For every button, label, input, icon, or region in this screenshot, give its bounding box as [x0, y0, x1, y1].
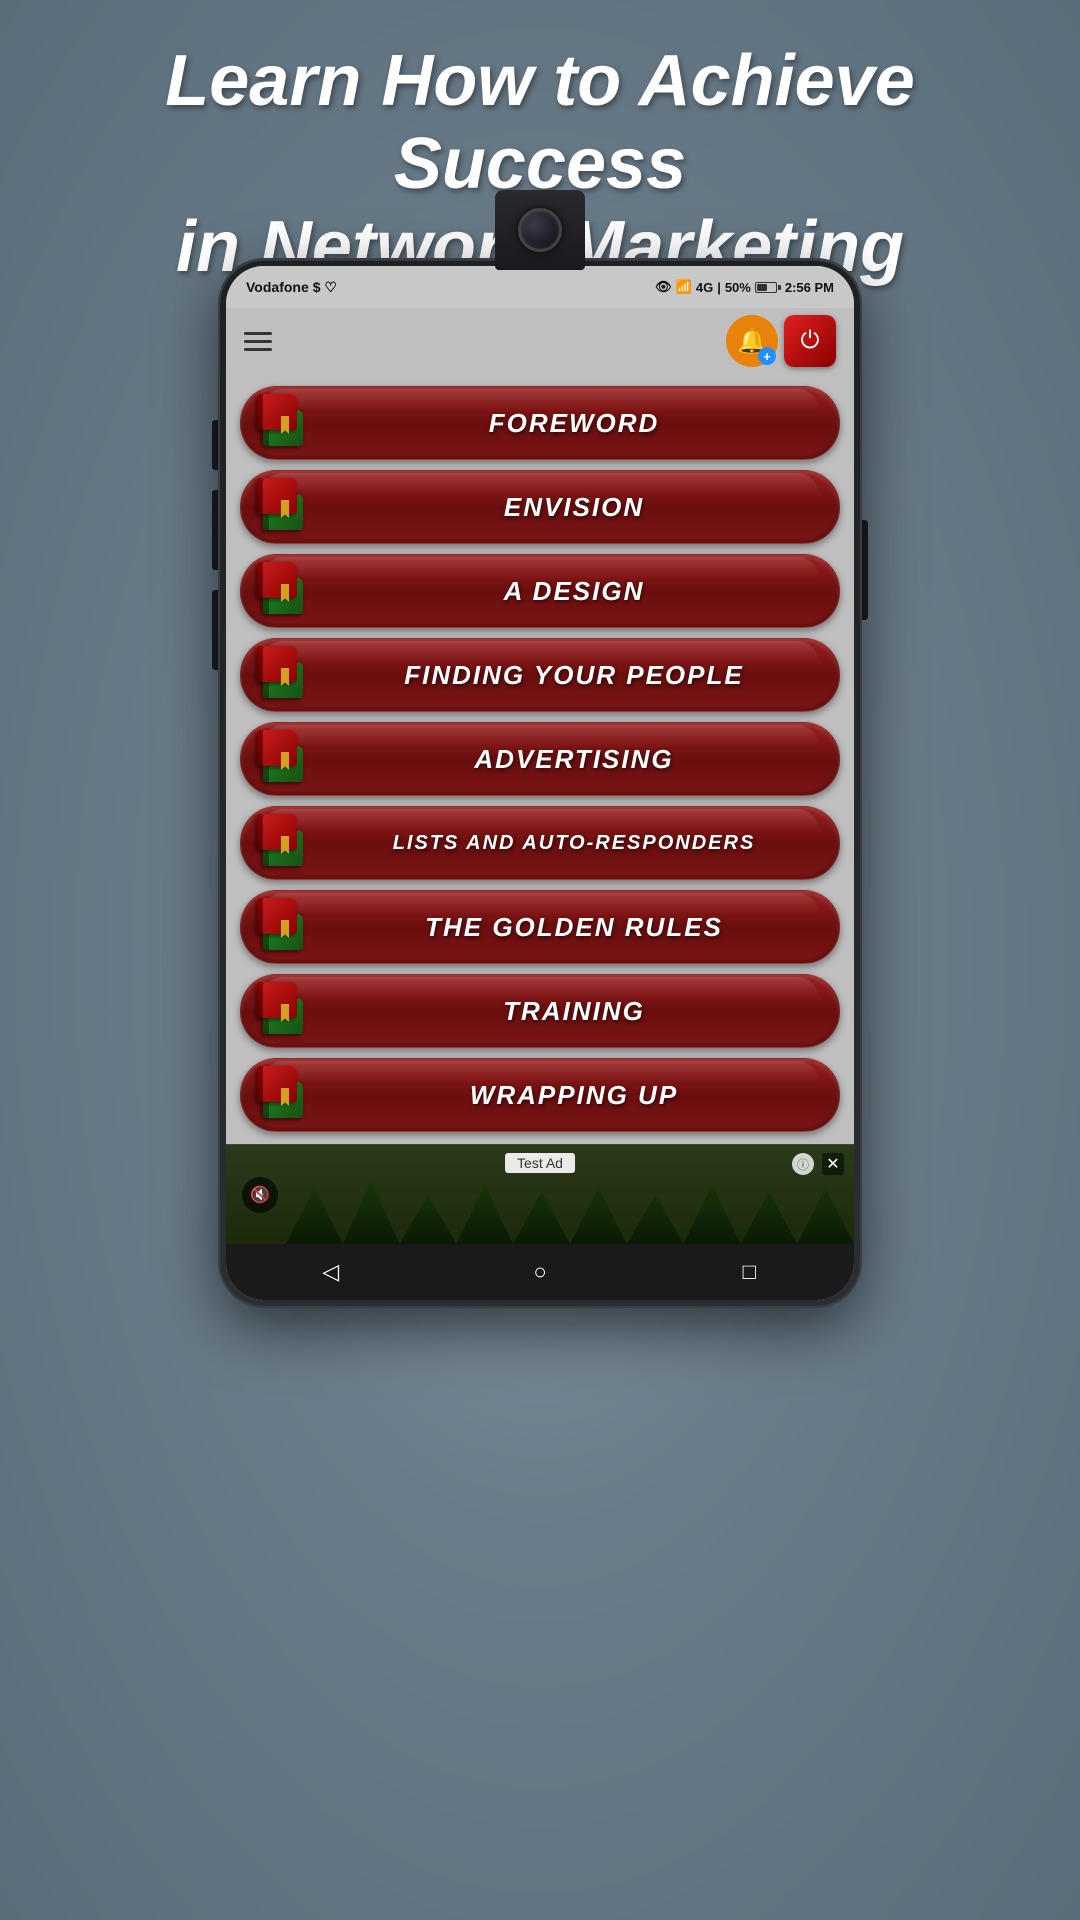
camera-bump [495, 190, 585, 270]
status-bar: Vodafone $ ♡ 👁 📶 4G | 50% 2:56 PM [226, 266, 854, 308]
recents-icon: □ [743, 1259, 756, 1285]
info-icon: ⓘ [797, 1156, 809, 1173]
nav-back-button[interactable]: ◁ [306, 1247, 356, 1297]
nav-home-button[interactable]: ○ [515, 1247, 565, 1297]
book-front [257, 562, 297, 598]
hamburger-line-2 [244, 340, 272, 343]
menu-label-advertising: ADVERTISING [325, 744, 823, 775]
mute-icon: 🔇 [250, 1185, 270, 1205]
side-button-volume-down [212, 490, 218, 570]
hamburger-line-1 [244, 332, 272, 335]
menu-item-lists-auto-responders[interactable]: LISTS AND AUTO-RESPONDERS [240, 806, 840, 880]
side-button-power [862, 520, 868, 620]
menu-label-a-design: A DESIGN [325, 576, 823, 607]
menu-item-training[interactable]: TRAINING [240, 974, 840, 1048]
menu-label-wrapping-up: WRAPPING UP [325, 1080, 823, 1111]
ad-banner: 🔇 Test Ad ⓘ ✕ [226, 1144, 854, 1244]
book-front [257, 1066, 297, 1102]
book-front [257, 646, 297, 682]
book-icon [257, 730, 315, 788]
menu-label-the-golden-rules: ThE GOLDEN RULES [325, 912, 823, 943]
menu-item-foreword[interactable]: FOREWORD [240, 386, 840, 460]
camera-lens [518, 208, 562, 252]
menu-label-training: TRAINING [325, 996, 823, 1027]
phone-screen: Vodafone $ ♡ 👁 📶 4G | 50% 2:56 PM [226, 266, 854, 1300]
menu-item-wrapping-up[interactable]: WRAPPING UP [240, 1058, 840, 1132]
status-carrier: Vodafone $ ♡ [246, 279, 337, 296]
bell-plus-badge: + [758, 347, 776, 365]
power-button[interactable]: ⏻ [784, 315, 836, 367]
book-front [257, 898, 297, 934]
power-icon: ⏻ [801, 327, 820, 355]
back-icon: ◁ [322, 1259, 339, 1285]
phone-frame: Vodafone $ ♡ 👁 📶 4G | 50% 2:56 PM [220, 260, 860, 1306]
app-header: 🔔 + ⏻ [226, 308, 854, 374]
menu-item-advertising[interactable]: ADVERTISING [240, 722, 840, 796]
book-icon [257, 982, 315, 1040]
menu-label-lists-auto-responders: LISTS AND AUTO-RESPONDERS [325, 832, 823, 855]
header-action-icons: 🔔 + ⏻ [726, 315, 836, 367]
side-button-volume-up [212, 420, 218, 470]
book-icon [257, 646, 315, 704]
book-front [257, 394, 297, 430]
hamburger-menu-button[interactable] [244, 332, 272, 351]
home-icon: ○ [533, 1259, 546, 1285]
status-right: 👁 📶 4G | 50% 2:56 PM [655, 279, 834, 295]
menu-list: FOREWORD ENVISION [226, 374, 854, 1144]
ad-info-button[interactable]: ⓘ [792, 1153, 814, 1175]
book-front [257, 730, 297, 766]
menu-item-finding-your-people[interactable]: FINDING YOUR PEOPLE [240, 638, 840, 712]
book-icon [257, 898, 315, 956]
book-front [257, 982, 297, 1018]
book-icon [257, 814, 315, 872]
close-icon: ✕ [826, 1154, 839, 1174]
book-front [257, 814, 297, 850]
phone-device: Vodafone $ ♡ 👁 📶 4G | 50% 2:56 PM [220, 260, 860, 1306]
book-icon [257, 562, 315, 620]
notification-bell-button[interactable]: 🔔 + [726, 315, 778, 367]
menu-label-foreword: FOREWORD [325, 408, 823, 439]
hamburger-line-3 [244, 348, 272, 351]
book-icon [257, 1066, 315, 1124]
menu-item-the-golden-rules[interactable]: ThE GOLDEN RULES [240, 890, 840, 964]
nav-recents-button[interactable]: □ [724, 1247, 774, 1297]
battery-icon [755, 282, 781, 293]
menu-label-envision: ENVISION [325, 492, 823, 523]
bottom-nav-bar: ◁ ○ □ [226, 1244, 854, 1300]
book-front [257, 478, 297, 514]
menu-item-a-design[interactable]: A DESIGN [240, 554, 840, 628]
book-icon [257, 478, 315, 536]
ad-label: Test Ad [505, 1153, 575, 1173]
menu-item-envision[interactable]: ENVISION [240, 470, 840, 544]
ad-mute-button[interactable]: 🔇 [242, 1177, 278, 1213]
side-button-mute [212, 590, 218, 670]
menu-label-finding-your-people: FINDING YOUR PEOPLE [325, 660, 823, 691]
ad-close-button[interactable]: ✕ [822, 1153, 844, 1175]
book-icon [257, 394, 315, 452]
